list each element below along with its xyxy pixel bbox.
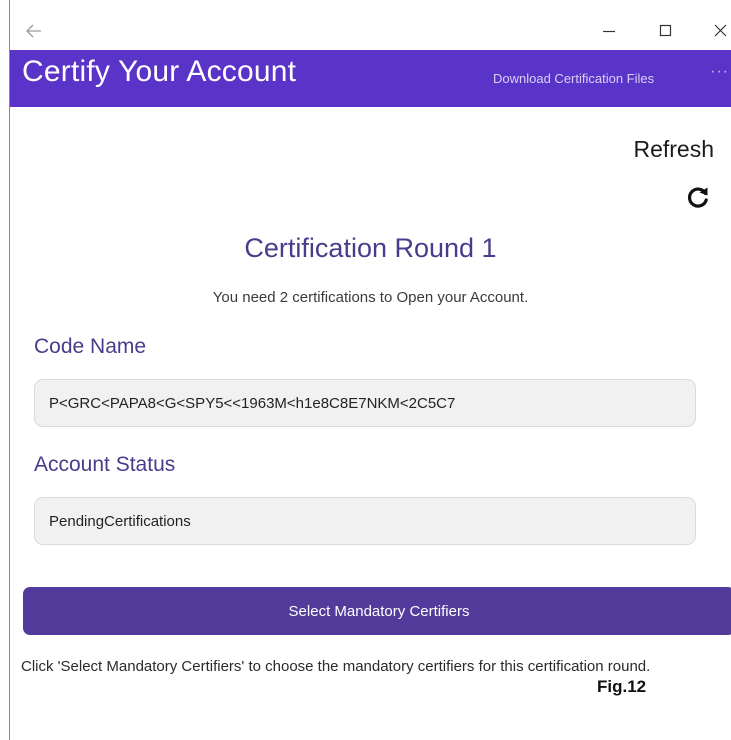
refresh-label[interactable]: Refresh <box>610 136 714 163</box>
certification-round-title: Certification Round 1 <box>244 233 497 263</box>
account-status-label: Account Status <box>34 453 176 476</box>
code-name-field[interactable] <box>34 379 696 427</box>
app-header-bar: Certify Your Account Download Certificat… <box>10 50 731 107</box>
more-options-icon[interactable]: ··· <box>710 63 729 81</box>
title-bar <box>10 0 731 50</box>
account-status-field[interactable] <box>34 497 696 545</box>
refresh-icon[interactable] <box>685 184 711 210</box>
page-title: Certify Your Account <box>22 55 297 88</box>
arrow-left-icon[interactable] <box>26 24 42 38</box>
certification-requirement-text: You need 2 certifications to Open your A… <box>212 289 529 306</box>
maximize-icon[interactable] <box>655 20 677 42</box>
figure-label: Fig.12 <box>597 677 647 696</box>
select-mandatory-certifiers-button[interactable]: Select Mandatory Certifiers <box>23 587 731 635</box>
close-icon[interactable] <box>710 20 731 42</box>
app-window: Certify Your Account Download Certificat… <box>0 0 731 740</box>
minimize-icon[interactable] <box>598 20 620 42</box>
code-name-label: Code Name <box>34 335 147 358</box>
instruction-text: Click 'Select Mandatory Certifiers' to c… <box>21 658 651 675</box>
download-certification-files-link[interactable]: Download Certification Files <box>493 71 654 86</box>
window-border <box>9 0 10 740</box>
